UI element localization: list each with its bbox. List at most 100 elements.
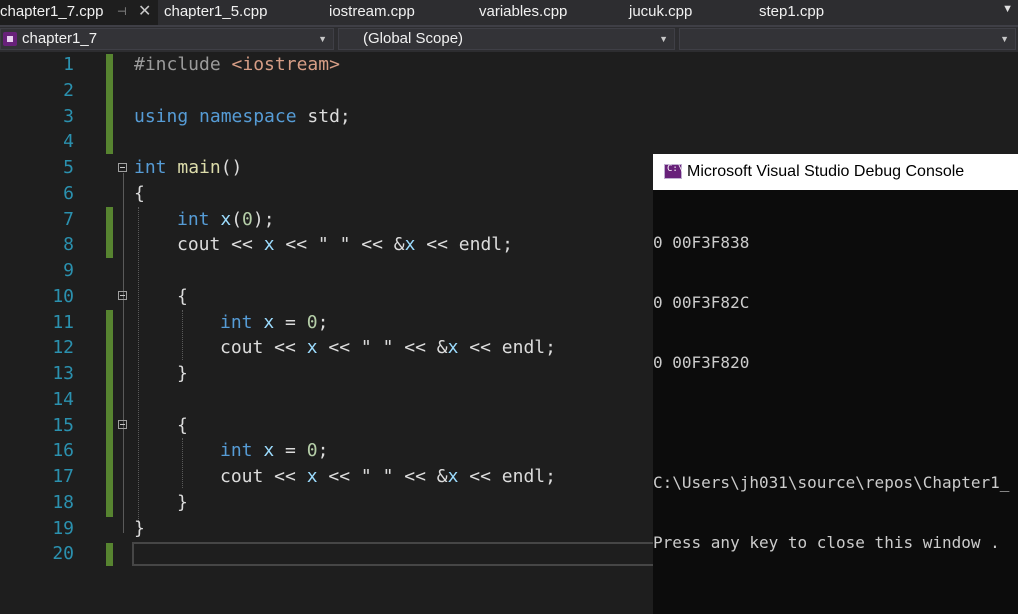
- collapse-icon[interactable]: [118, 291, 127, 300]
- line-number: 1: [63, 54, 74, 75]
- chevron-down-icon: ▼: [1000, 34, 1009, 44]
- line-number: 15: [52, 415, 74, 436]
- code-line-18: }: [177, 490, 188, 516]
- line-number: 7: [63, 209, 74, 230]
- code-text: =: [274, 440, 307, 461]
- tab-jucuk[interactable]: jucuk.cpp: [629, 0, 692, 25]
- tab-label: chapter1_7.cpp: [0, 3, 104, 20]
- code-text: ;: [317, 440, 329, 461]
- code-line-6: {: [134, 181, 145, 207]
- tab-label: iostream.cpp: [329, 3, 415, 20]
- change-indicator: [106, 543, 113, 566]
- console-app-icon: C:\: [664, 164, 683, 179]
- project-name: chapter1_7: [22, 30, 98, 47]
- code-text: << endl;: [415, 234, 513, 255]
- line-number: 10: [52, 286, 74, 307]
- code-text: << " " << &: [317, 466, 448, 487]
- code-line-17: cout << x << " " << &x << endl;: [220, 464, 556, 490]
- cpp-project-icon: [3, 32, 17, 46]
- line-number: 8: [63, 234, 74, 255]
- code-text: << " " << &: [274, 234, 405, 255]
- code-line-5: int main(): [134, 155, 242, 181]
- identifier: x: [263, 234, 275, 255]
- code-text: (: [231, 209, 243, 230]
- code-line-13: }: [177, 361, 188, 387]
- code-line-3: using namespace std;: [134, 104, 351, 130]
- tab-label: jucuk.cpp: [629, 3, 693, 20]
- change-indicator: [106, 207, 113, 258]
- scope-dropdown[interactable]: (Global Scope) ▼: [338, 28, 675, 50]
- code-text: << endl;: [458, 466, 556, 487]
- code-text: std;: [307, 106, 351, 127]
- console-title-bar[interactable]: C:\ Microsoft Visual Studio Debug Consol…: [653, 154, 1018, 190]
- line-number: 18: [52, 492, 74, 513]
- indent-guide: [138, 207, 139, 523]
- console-title: Microsoft Visual Studio Debug Console: [687, 163, 965, 180]
- identifier: x: [263, 312, 275, 333]
- code-text: << endl;: [458, 337, 556, 358]
- debug-console-window[interactable]: C:\ Microsoft Visual Studio Debug Consol…: [653, 154, 1018, 614]
- tab-label: chapter1_5.cpp: [164, 3, 268, 20]
- console-line: 0 00F3F838: [653, 233, 750, 252]
- line-number: 12: [52, 337, 74, 358]
- code-line-19: }: [134, 516, 145, 542]
- identifier: x: [447, 337, 459, 358]
- chevron-down-icon[interactable]: ▼: [1002, 3, 1013, 15]
- tab-step1[interactable]: step1.cpp: [759, 0, 824, 25]
- code-line-15: {: [177, 413, 188, 439]
- line-number: 20: [52, 543, 74, 564]
- keyword: int: [177, 209, 210, 230]
- chevron-down-icon: ▼: [659, 34, 668, 44]
- collapse-icon[interactable]: [118, 420, 127, 429]
- pin-icon[interactable]: ⊣: [117, 0, 127, 24]
- number-literal: 0: [242, 209, 253, 230]
- line-number: 2: [63, 80, 74, 101]
- change-indicator: [106, 54, 113, 154]
- scope-name: (Global Scope): [363, 30, 464, 47]
- code-text: {: [134, 183, 145, 204]
- collapse-icon[interactable]: [118, 163, 127, 172]
- tab-variables[interactable]: variables.cpp: [479, 0, 567, 25]
- indent-guide: [182, 438, 183, 488]
- member-dropdown[interactable]: ▼: [679, 28, 1016, 50]
- line-number: 9: [63, 260, 74, 281]
- close-icon[interactable]: ✕: [138, 0, 151, 24]
- code-text: }: [134, 518, 145, 539]
- code-line-7: int x(0);: [177, 207, 275, 233]
- outline-line: [123, 173, 124, 533]
- line-number: 6: [63, 183, 74, 204]
- line-number: 5: [63, 157, 74, 178]
- tab-iostream[interactable]: iostream.cpp: [329, 0, 415, 25]
- tab-chapter1-5[interactable]: chapter1_5.cpp: [164, 0, 267, 25]
- code-text: }: [177, 492, 188, 513]
- code-line-16: int x = 0;: [220, 438, 328, 464]
- chevron-down-icon: ▼: [318, 34, 327, 44]
- code-text: cout <<: [177, 234, 264, 255]
- tab-chapter1-7[interactable]: chapter1_7.cpp ⊣ ✕: [0, 0, 158, 25]
- line-number: 14: [52, 389, 74, 410]
- function-name: main: [177, 157, 221, 178]
- console-line: Press any key to close this window .: [653, 533, 1000, 552]
- code-text: }: [177, 363, 188, 384]
- keyword: int: [220, 440, 253, 461]
- code-text: (): [220, 157, 243, 178]
- document-tab-bar: chapter1_7.cpp ⊣ ✕ chapter1_5.cpp iostre…: [0, 0, 1018, 25]
- change-indicator: [106, 310, 113, 517]
- console-line: 0 00F3F820: [653, 353, 750, 372]
- code-text: cout <<: [220, 466, 307, 487]
- identifier: x: [306, 466, 318, 487]
- project-dropdown[interactable]: chapter1_7 ▼: [0, 28, 334, 50]
- console-line: C:\Users\jh031\source\repos\Chapter1_: [653, 473, 1010, 492]
- code-line-11: int x = 0;: [220, 310, 328, 336]
- identifier: x: [306, 337, 318, 358]
- code-text: {: [177, 415, 188, 436]
- code-text: << " " << &: [317, 337, 448, 358]
- identifier: x: [447, 466, 459, 487]
- tab-label: step1.cpp: [759, 3, 825, 20]
- keyword: namespace: [199, 106, 297, 127]
- console-output[interactable]: 0 00F3F838 0 00F3F82C 0 00F3F820 C:\User…: [653, 193, 1009, 593]
- include-header: <iostream>: [231, 54, 340, 75]
- code-line-8: cout << x << " " << &x << endl;: [177, 232, 513, 258]
- keyword: int: [220, 312, 253, 333]
